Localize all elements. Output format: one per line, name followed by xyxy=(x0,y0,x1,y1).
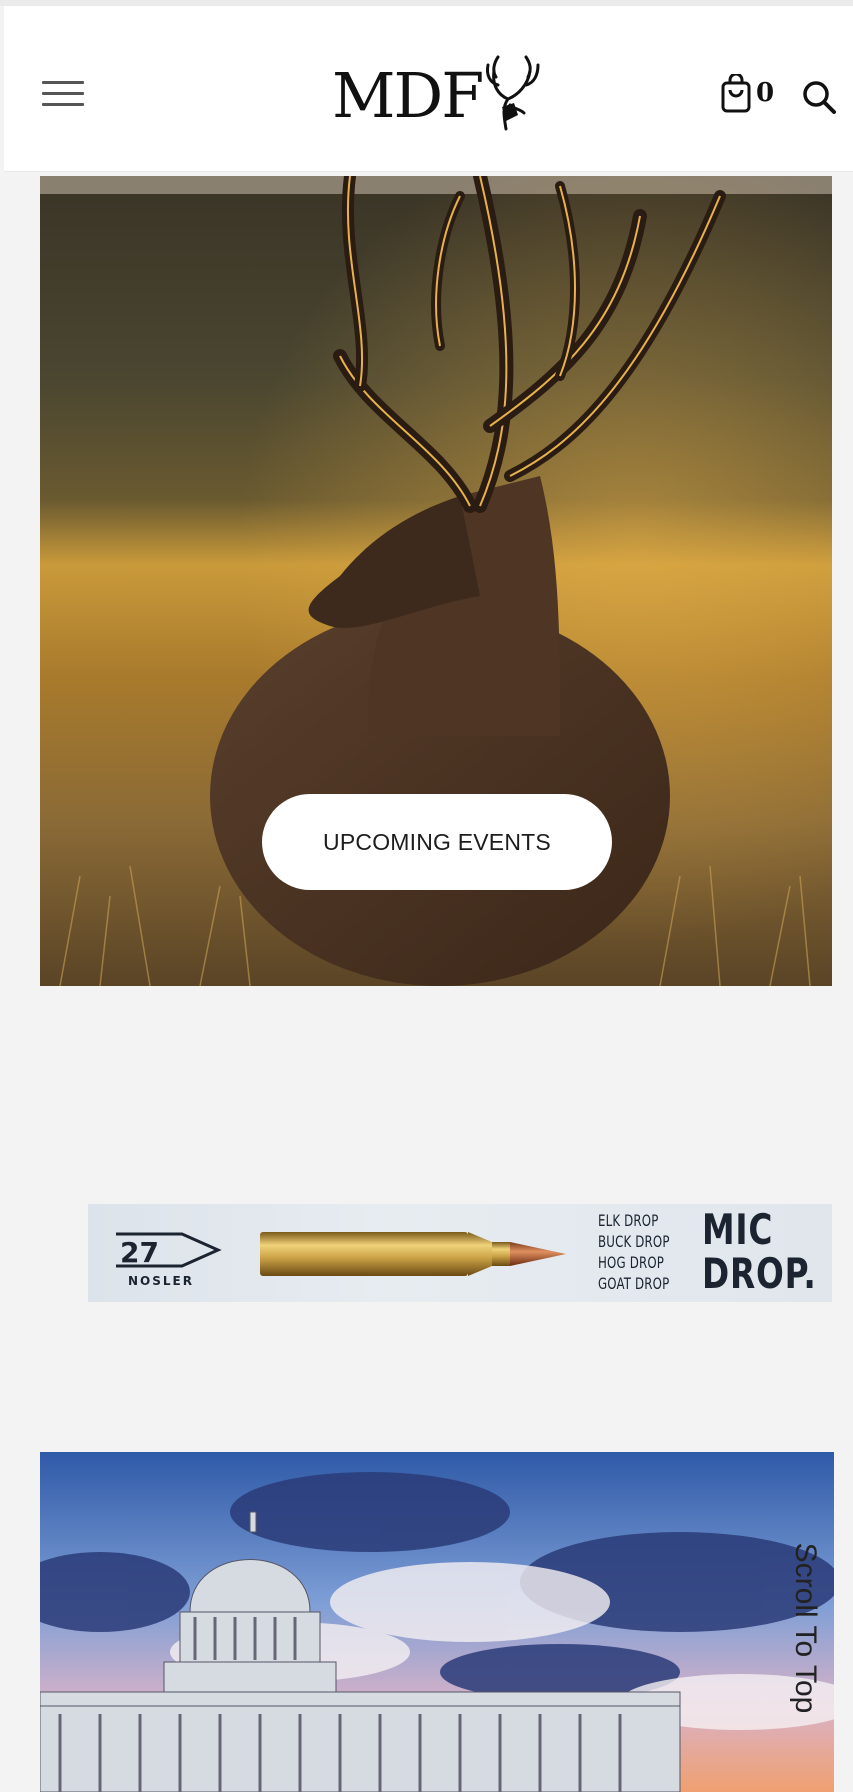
ad-headline-line2: DROP. xyxy=(702,1249,817,1298)
ad-drop-item: GOAT DROP xyxy=(598,1274,670,1293)
ad-drop-item: BUCK DROP xyxy=(598,1232,670,1251)
upcoming-events-button[interactable]: UPCOMING EVENTS xyxy=(262,794,612,890)
shopping-bag-icon xyxy=(721,74,751,113)
search-icon[interactable] xyxy=(800,78,838,116)
scroll-to-top-label: Scroll To Top xyxy=(789,1542,822,1714)
upcoming-events-card[interactable]: UPCOMING EVENTS xyxy=(40,176,832,986)
rifle-cartridge-image xyxy=(260,1232,566,1276)
logo-text: MDF xyxy=(332,59,484,132)
deer-antler-logo-icon xyxy=(486,55,540,131)
cart-button[interactable]: 0 xyxy=(720,74,780,118)
nosler-brand-text: NOSLER xyxy=(128,1274,194,1288)
site-logo[interactable]: MDF xyxy=(332,55,552,136)
site-header: MDF 0 xyxy=(4,6,853,172)
nosler-ad-banner[interactable]: 27 NOSLER ELK DROP BUCK DROP HOG DROP GO… xyxy=(88,1204,832,1302)
ad-headline: MIC DROP. xyxy=(702,1205,817,1298)
hamburger-menu-icon[interactable] xyxy=(40,76,86,112)
ad-drops-list: ELK DROP BUCK DROP HOG DROP GOAT DROP xyxy=(598,1210,683,1294)
ad-drop-item: ELK DROP xyxy=(598,1211,659,1230)
ad-drop-item: HOG DROP xyxy=(598,1253,665,1272)
cart-count: 0 xyxy=(756,78,775,108)
ad-headline-line1: MIC xyxy=(702,1205,774,1254)
nosler-mark: 27 xyxy=(120,1236,159,1269)
capitol-article-card[interactable] xyxy=(40,1452,834,1792)
scroll-to-top-button[interactable]: Scroll To Top xyxy=(776,1516,834,1740)
capitol-building-photo xyxy=(40,1452,834,1792)
